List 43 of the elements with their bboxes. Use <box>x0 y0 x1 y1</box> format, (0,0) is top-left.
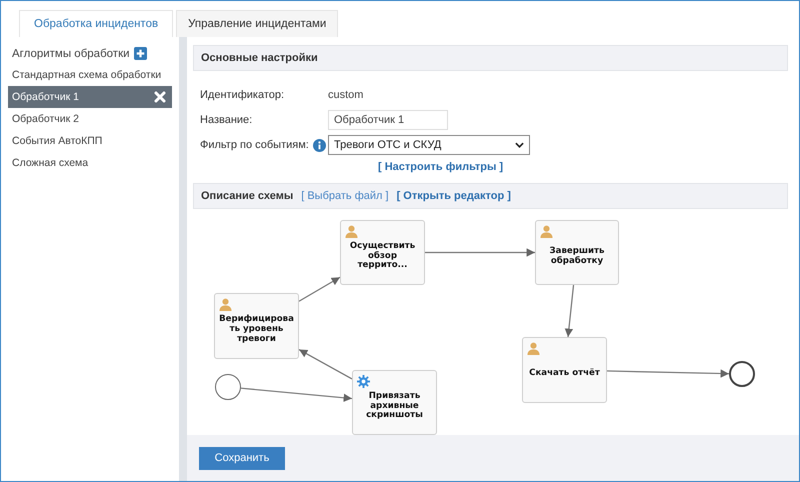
tab[interactable]: Управление инцидентами <box>176 10 338 37</box>
sidebar-title: Аглоритмы обработки <box>12 48 130 60</box>
field-label: Идентификатор: <box>200 89 286 101</box>
task-label: Завершить обработку <box>548 246 606 266</box>
section-header: Основные настройки <box>193 45 788 71</box>
task-node[interactable]: Привязать архивные скриншоты <box>352 370 437 435</box>
task-node[interactable]: Завершить обработку <box>535 220 619 285</box>
sidebar-item[interactable]: Обработчик 1 <box>8 86 172 108</box>
connector-arrow <box>298 276 340 302</box>
sidebar-item[interactable]: Сложная схема <box>8 152 172 174</box>
gear-icon <box>357 375 370 388</box>
task-node[interactable]: Верифицировать уровень тревоги <box>214 293 299 359</box>
connector-arrow <box>298 349 352 380</box>
configure-filters-link[interactable]: [ Настроить фильтры ] <box>378 161 504 173</box>
info-icon[interactable] <box>312 138 326 152</box>
filter-dropdown[interactable]: Тревоги ОТС и СКУД <box>328 135 530 155</box>
sidebar-item[interactable]: Стандартная схема обработки <box>8 64 172 86</box>
person-icon <box>540 225 553 238</box>
name-field[interactable]: Обработчик 1 <box>328 110 448 130</box>
sidebar-item[interactable]: Обработчик 2 <box>8 108 172 130</box>
field-label: Фильтр по событиям: <box>200 139 309 151</box>
field-label: Название: <box>200 114 254 126</box>
tab[interactable]: Обработка инцидентов <box>19 10 174 37</box>
save-button[interactable]: Сохранить <box>199 446 285 470</box>
person-icon <box>527 342 540 355</box>
task-label: Привязать архивные скриншоты <box>365 392 424 422</box>
sidebar-item[interactable]: События АвтоКПП <box>8 130 172 152</box>
chevron-icon <box>515 142 524 148</box>
task-label: Верифицировать уровень тревоги <box>219 315 294 345</box>
person-icon <box>345 225 358 238</box>
add-icon[interactable] <box>134 47 147 60</box>
task-label: Скачать отчёт <box>529 369 600 379</box>
task-label: Осуществить обзор террито... <box>348 242 416 272</box>
person-icon <box>219 298 232 311</box>
section-header: Описание схемы <box>201 190 294 202</box>
end-event <box>729 361 755 387</box>
task-node[interactable]: Осуществить обзор террито... <box>340 220 425 285</box>
task-node[interactable]: Скачать отчёт <box>522 337 607 403</box>
delete-icon[interactable] <box>154 91 166 103</box>
open-editor-link[interactable]: [ Открыть редактор ] <box>396 190 511 202</box>
start-event <box>215 374 241 400</box>
identifier-value: custom <box>328 89 364 101</box>
connector-arrow <box>564 284 574 338</box>
